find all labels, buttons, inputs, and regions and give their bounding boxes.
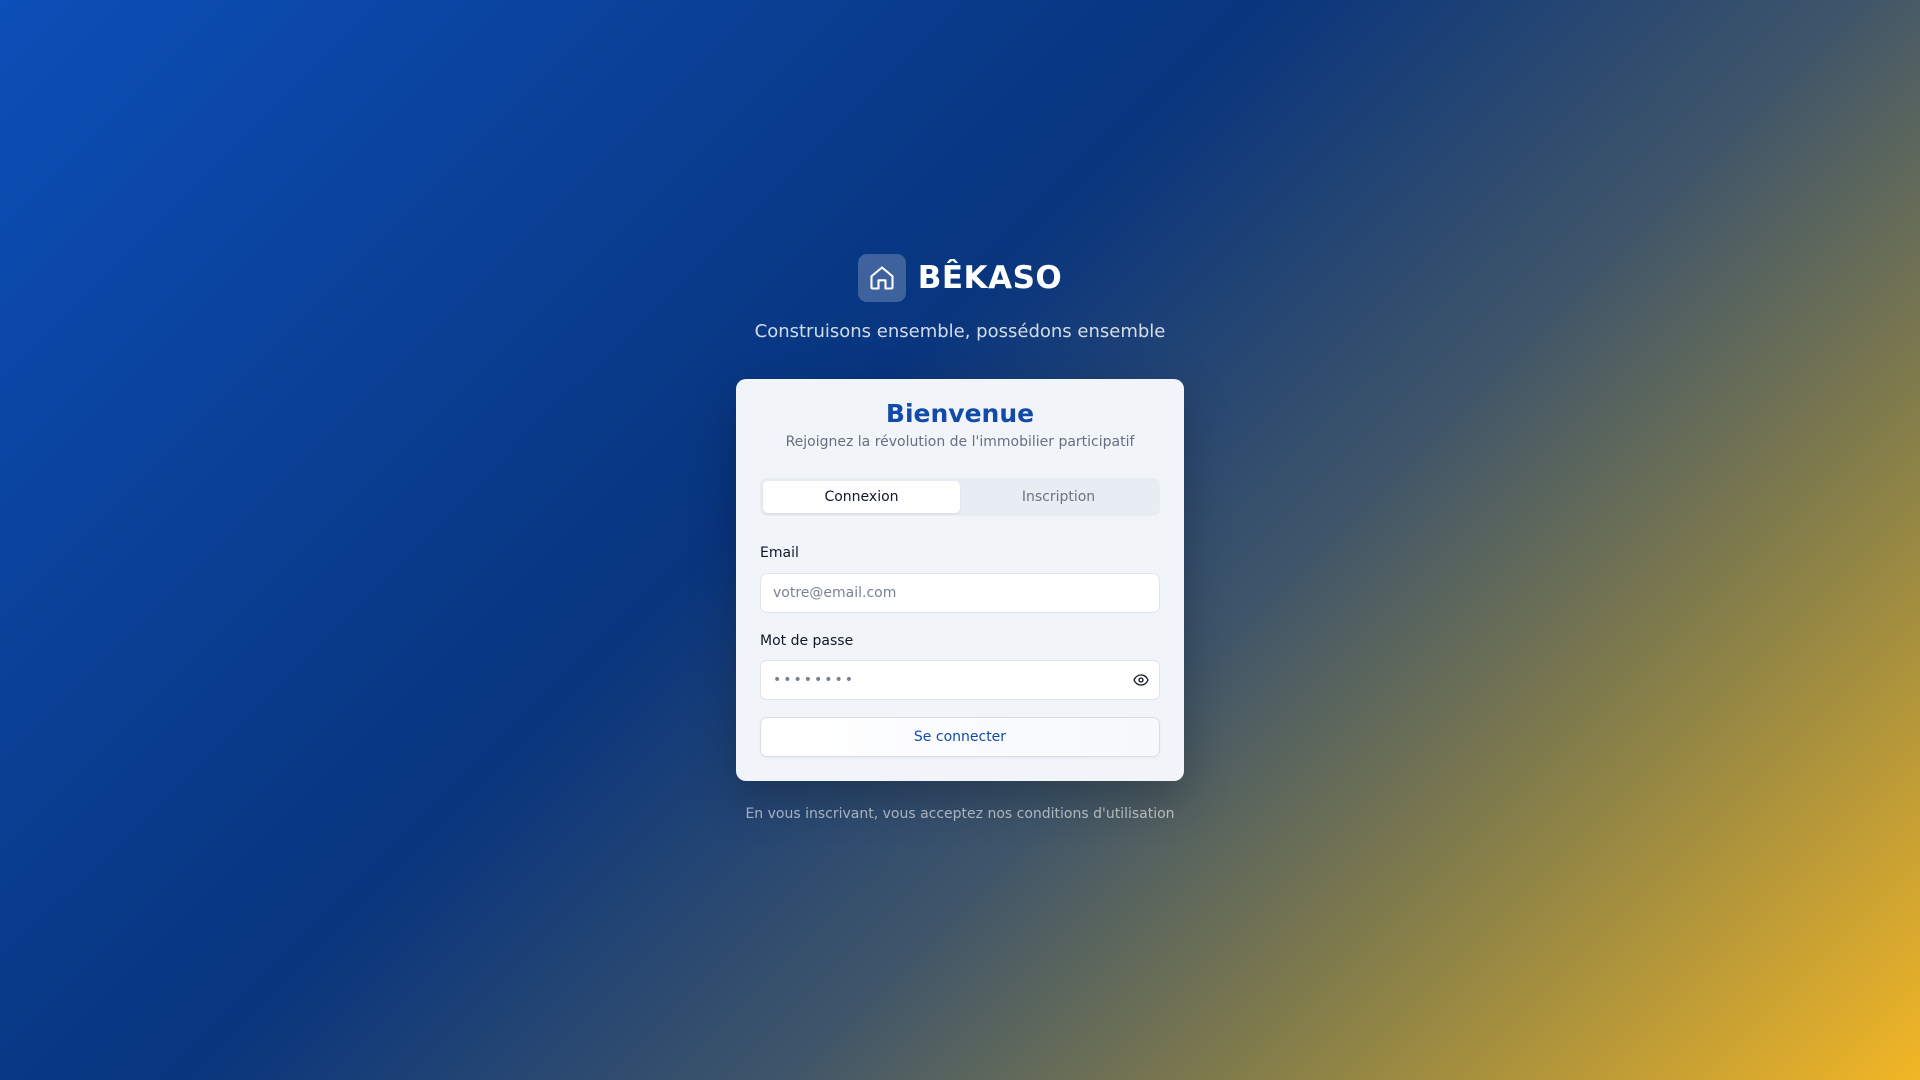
brand-header: BÊKASO: [0, 254, 1920, 302]
home-icon: [857, 254, 906, 302]
password-field-wrapper: [760, 660, 1160, 700]
password-label: Mot de passe: [760, 633, 854, 649]
card-subtitle: Rejoignez la révolution de l'immobilier …: [785, 434, 1135, 450]
tab-inscription[interactable]: Inscription: [960, 481, 1157, 513]
email-label: Email: [760, 545, 799, 561]
eye-icon[interactable]: [1132, 671, 1150, 689]
terms-notice: En vous inscrivant, vous acceptez nos co…: [745, 806, 1175, 822]
login-page: BÊKASO Construisons ensemble, possédons …: [0, 0, 1920, 1080]
login-submit-button[interactable]: Se connecter: [760, 717, 1160, 757]
login-card: Bienvenue Rejoignez la révolution de l'i…: [736, 379, 1184, 781]
brand-tagline: Construisons ensemble, possédons ensembl…: [754, 321, 1166, 342]
tab-connexion[interactable]: Connexion: [763, 481, 960, 513]
card-title: Bienvenue: [885, 399, 1035, 428]
password-field[interactable]: [760, 660, 1160, 700]
auth-tabs: Connexion Inscription: [760, 478, 1160, 516]
brand-name: BÊKASO: [917, 260, 1063, 296]
email-field[interactable]: [760, 573, 1160, 613]
